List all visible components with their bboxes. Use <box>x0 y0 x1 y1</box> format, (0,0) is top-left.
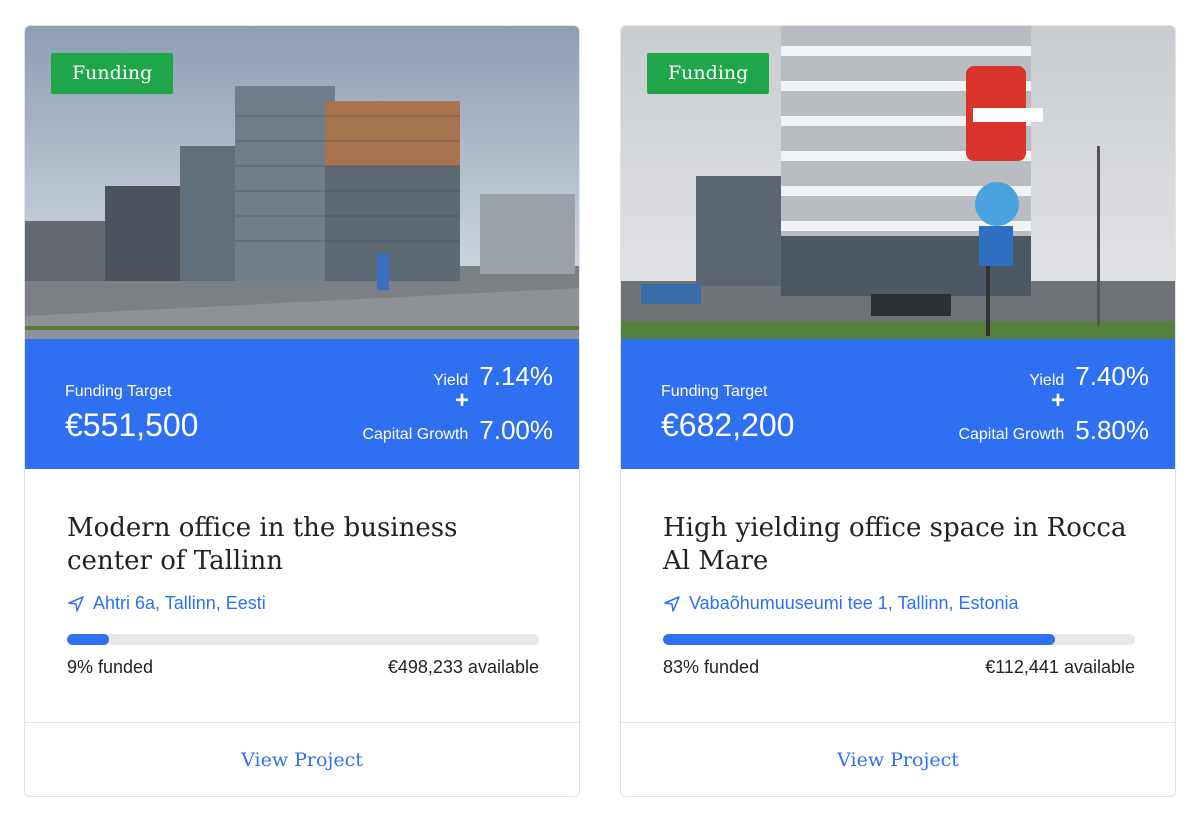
project-location[interactable]: Ahtri 6a, Tallinn, Eesti <box>67 593 266 614</box>
yield-value: 7.40% <box>1075 361 1149 391</box>
navigation-arrow-icon <box>664 595 680 612</box>
yield-value: 7.14% <box>479 361 553 391</box>
funding-target-value: €682,200 <box>661 407 795 443</box>
funding-target-value: €551,500 <box>65 407 199 443</box>
project-location[interactable]: Vabaõhumuuseumi tee 1, Tallinn, Estonia <box>663 593 1019 614</box>
funding-progress-bar <box>67 634 539 645</box>
funding-summary: Funding Target €551,500 Yield 7.14% + Ca… <box>25 339 579 469</box>
yield-row: Yield 7.40% <box>1029 361 1149 392</box>
capital-growth-label: Capital Growth <box>362 426 469 443</box>
project-title[interactable]: Modern office in the business center of … <box>67 512 545 578</box>
property-photo: Funding <box>621 26 1175 339</box>
funding-target-label: Funding Target <box>65 383 172 400</box>
location-text: Ahtri 6a, Tallinn, Eesti <box>93 593 266 613</box>
funding-summary: Funding Target €682,200 Yield 7.40% + Ca… <box>621 339 1175 469</box>
project-card: Funding Funding Target €551,500 Yield 7.… <box>24 25 580 797</box>
yield-row: Yield 7.14% <box>433 361 553 392</box>
location-text: Vabaõhumuuseumi tee 1, Tallinn, Estonia <box>689 593 1019 613</box>
view-project-button[interactable]: View Project <box>621 722 1175 796</box>
available-amount: €112,441 available <box>985 657 1135 677</box>
funding-progress-bar <box>663 634 1135 645</box>
capital-growth-row: Capital Growth 7.00% <box>362 415 553 446</box>
project-title[interactable]: High yielding office space in Rocca Al M… <box>663 512 1141 578</box>
navigation-arrow-icon <box>68 595 84 612</box>
funded-percent: 83% funded <box>663 657 760 677</box>
available-amount: €498,233 available <box>387 657 539 677</box>
plus-sign: + <box>1050 387 1065 414</box>
funding-progress-fill <box>67 634 110 645</box>
project-card: Funding Funding Target €682,200 Yield 7.… <box>620 25 1176 797</box>
funding-progress-fill <box>663 634 1055 645</box>
status-badge: Funding <box>51 53 174 94</box>
status-badge: Funding <box>647 53 770 94</box>
capital-growth-label: Capital Growth <box>958 426 1065 443</box>
capital-growth-row: Capital Growth 5.80% <box>958 415 1149 446</box>
capital-growth-value: 7.00% <box>479 415 553 445</box>
capital-growth-value: 5.80% <box>1075 415 1149 445</box>
funded-percent: 9% funded <box>67 657 154 677</box>
view-project-button[interactable]: View Project <box>25 722 579 796</box>
property-photo: Funding <box>25 26 579 339</box>
funding-target-label: Funding Target <box>661 383 768 400</box>
plus-sign: + <box>454 387 469 414</box>
